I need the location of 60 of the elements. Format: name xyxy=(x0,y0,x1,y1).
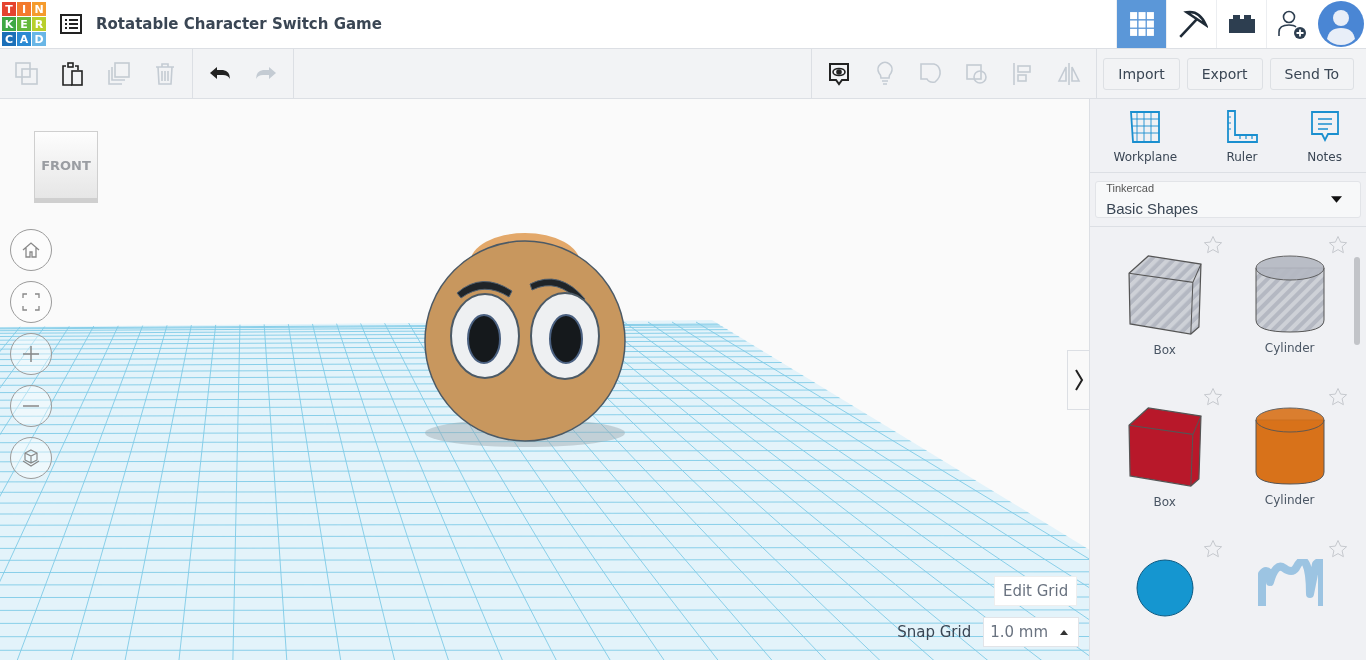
logo-letter: I xyxy=(17,2,31,16)
shape-tile[interactable]: Cylinder xyxy=(1227,385,1353,527)
home-icon xyxy=(21,240,41,260)
zoom-in-button[interactable] xyxy=(10,333,52,375)
logo-letter: K xyxy=(2,17,16,31)
workplane-tool-button[interactable]: Workplane xyxy=(1113,109,1178,164)
logo-letter: T xyxy=(2,2,16,16)
home-view-button[interactable] xyxy=(10,229,52,271)
perspective-button[interactable] xyxy=(10,437,52,479)
chevron-right-icon xyxy=(1073,368,1084,392)
plus-icon xyxy=(21,344,41,364)
star-icon[interactable] xyxy=(1203,387,1224,407)
shape-label: Cylinder xyxy=(1264,341,1315,355)
mirror-icon xyxy=(1056,60,1083,87)
shape-label: Box xyxy=(1153,495,1176,509)
cube-face-label: FRONT xyxy=(41,157,91,173)
logo-letter: C xyxy=(2,32,16,46)
fit-icon xyxy=(21,292,41,312)
toolbar-text-button[interactable]: Import xyxy=(1103,57,1180,90)
star-icon[interactable] xyxy=(1203,539,1224,559)
cube-icon xyxy=(21,448,41,468)
minus-icon xyxy=(22,405,40,407)
paste-icon xyxy=(60,60,86,87)
tinkercad-logo[interactable]: T I N K E R C A D xyxy=(1,1,47,47)
logo-letter: R xyxy=(32,17,46,31)
star-icon[interactable] xyxy=(1328,539,1349,559)
shape-label: Cylinder xyxy=(1264,493,1315,507)
shape-tile[interactable]: Cylinder xyxy=(1227,233,1353,375)
logo-letter: D xyxy=(32,32,46,46)
add-user-icon xyxy=(1275,8,1308,40)
zoom-out-button[interactable] xyxy=(10,385,52,427)
toolbar-text-button[interactable]: Export xyxy=(1186,57,1263,90)
logo-letter: N xyxy=(32,2,46,16)
grid-icon xyxy=(1128,11,1155,37)
project-title[interactable]: Rotatable Character Switch Game xyxy=(96,15,382,33)
list-icon[interactable] xyxy=(60,14,82,34)
edit-grid-button[interactable]: Edit Grid xyxy=(993,576,1078,606)
snap-grid-select[interactable]: 1.0 mm xyxy=(983,617,1080,647)
star-icon[interactable] xyxy=(1328,235,1349,255)
copy-icon xyxy=(14,60,40,87)
collapse-panel-button[interactable] xyxy=(1067,350,1090,410)
logo-letter: E xyxy=(17,17,31,31)
logo-letter: A xyxy=(17,32,31,46)
caret-up-icon xyxy=(1060,629,1069,635)
shape-library-dropdown[interactable]: Tinkercad Basic Shapes xyxy=(1095,181,1361,218)
star-icon[interactable] xyxy=(1203,235,1224,255)
avatar-icon[interactable] xyxy=(1318,1,1364,47)
toolbar-text-button[interactable]: Send To xyxy=(1269,57,1354,90)
brick-icon xyxy=(1226,14,1257,34)
ruler-tool-button[interactable]: Ruler xyxy=(1223,109,1260,164)
shape-label: Box xyxy=(1153,343,1176,357)
notes-tool-button[interactable]: Notes xyxy=(1306,109,1343,164)
shape-tile[interactable]: Box xyxy=(1102,385,1228,527)
duplicate-icon xyxy=(106,60,132,87)
fit-view-button[interactable] xyxy=(10,281,52,323)
star-icon[interactable] xyxy=(1328,387,1349,407)
caret-down-icon xyxy=(1331,196,1342,203)
scrollbar-thumb[interactable] xyxy=(1354,257,1360,345)
snap-grid-label: Snap Grid xyxy=(897,623,972,641)
shape-tile[interactable]: Box xyxy=(1102,233,1228,375)
